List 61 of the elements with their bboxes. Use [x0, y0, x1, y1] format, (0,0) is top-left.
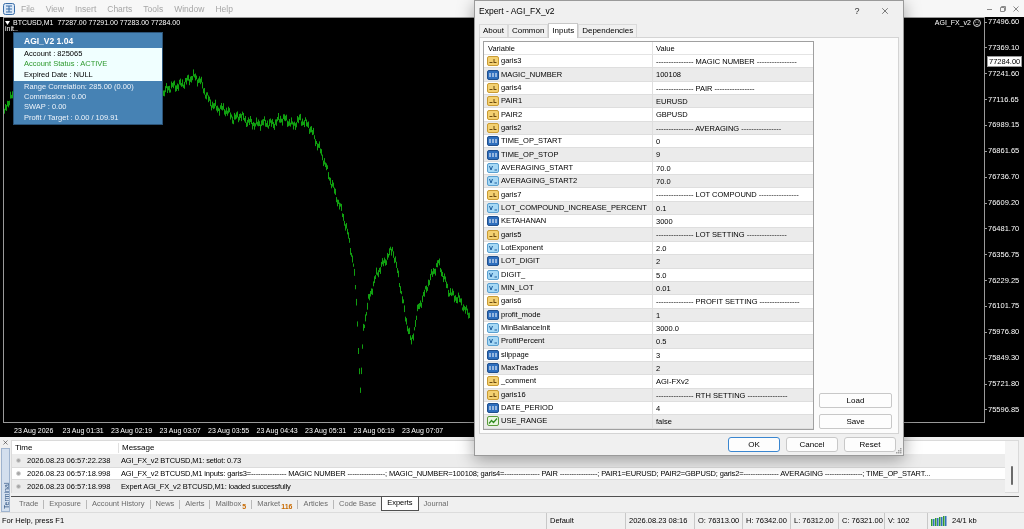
- decimal-type-icon: [487, 323, 499, 334]
- integer-type-icon: [487, 309, 499, 320]
- dialog-tab[interactable]: Common: [507, 24, 549, 37]
- text-type-icon: [487, 122, 499, 133]
- close-button[interactable]: [1, 438, 10, 447]
- dialog-tab[interactable]: Inputs: [548, 23, 579, 38]
- decimal-type-icon: [487, 202, 499, 213]
- integer-type-icon: [487, 363, 499, 374]
- minimize-icon: [987, 7, 992, 10]
- text-type-icon: [487, 229, 499, 240]
- log-dot-icon: [16, 458, 21, 463]
- decimal-type-icon: [487, 283, 499, 293]
- restore-icon: [999, 5, 1006, 12]
- scrollbar-thumb[interactable]: [1010, 466, 1013, 485]
- close-icon: [880, 6, 890, 16]
- column-header[interactable]: Time: [15, 442, 33, 453]
- dialog-title: Expert - AGI_FX_v2: [479, 6, 555, 16]
- text-type-icon: [487, 96, 499, 107]
- dialog-button[interactable]: OK: [728, 437, 780, 452]
- log-dot-icon: [16, 484, 21, 489]
- column-header[interactable]: Message: [122, 442, 155, 453]
- face-icon: [973, 19, 981, 27]
- text-type-icon: [487, 389, 499, 400]
- log-row[interactable]: [12, 467, 1005, 480]
- app-icon[interactable]: [3, 2, 15, 15]
- resize-grip-icon[interactable]: [896, 448, 902, 454]
- integer-type-icon: [487, 256, 499, 267]
- text-type-icon: [487, 56, 499, 67]
- help-button[interactable]: ?: [843, 2, 871, 20]
- side-button[interactable]: Load: [819, 393, 892, 408]
- signal-bars-icon: [931, 516, 948, 526]
- text-type-icon: [487, 296, 499, 307]
- decimal-type-icon: [487, 243, 499, 253]
- integer-type-icon: [487, 216, 499, 227]
- text-type-icon: [487, 109, 499, 120]
- text-type-icon: [487, 376, 499, 387]
- integer-type-icon: [487, 403, 499, 414]
- text-type-icon: [487, 189, 499, 200]
- chart-type-icon: [487, 416, 499, 427]
- integer-type-icon: [487, 136, 499, 147]
- decimal-type-icon: [487, 162, 499, 173]
- side-button[interactable]: Save: [819, 414, 892, 429]
- integer-type-icon: [487, 149, 499, 160]
- decimal-type-icon: [487, 336, 499, 347]
- close-button[interactable]: [1011, 4, 1020, 13]
- integer-type-icon: [487, 349, 499, 360]
- integer-type-icon: [487, 69, 499, 80]
- text-type-icon: [487, 82, 499, 93]
- close-icon: [1012, 5, 1019, 12]
- decimal-type-icon: [487, 176, 499, 187]
- close-icon: [2, 439, 9, 446]
- dialog-tab[interactable]: About: [479, 24, 508, 37]
- dialog-button[interactable]: Reset: [844, 437, 896, 452]
- dialog-tab[interactable]: Dependencies: [578, 24, 638, 37]
- restore-button[interactable]: [998, 4, 1007, 13]
- dialog-button[interactable]: Cancel: [786, 437, 838, 452]
- scrollbar[interactable]: [1005, 441, 1018, 492]
- decimal-type-icon: [487, 269, 499, 280]
- log-dot-icon: [16, 471, 21, 476]
- caret-icon[interactable]: [5, 20, 10, 25]
- panel-title: AGI_V2 1.04: [24, 35, 74, 46]
